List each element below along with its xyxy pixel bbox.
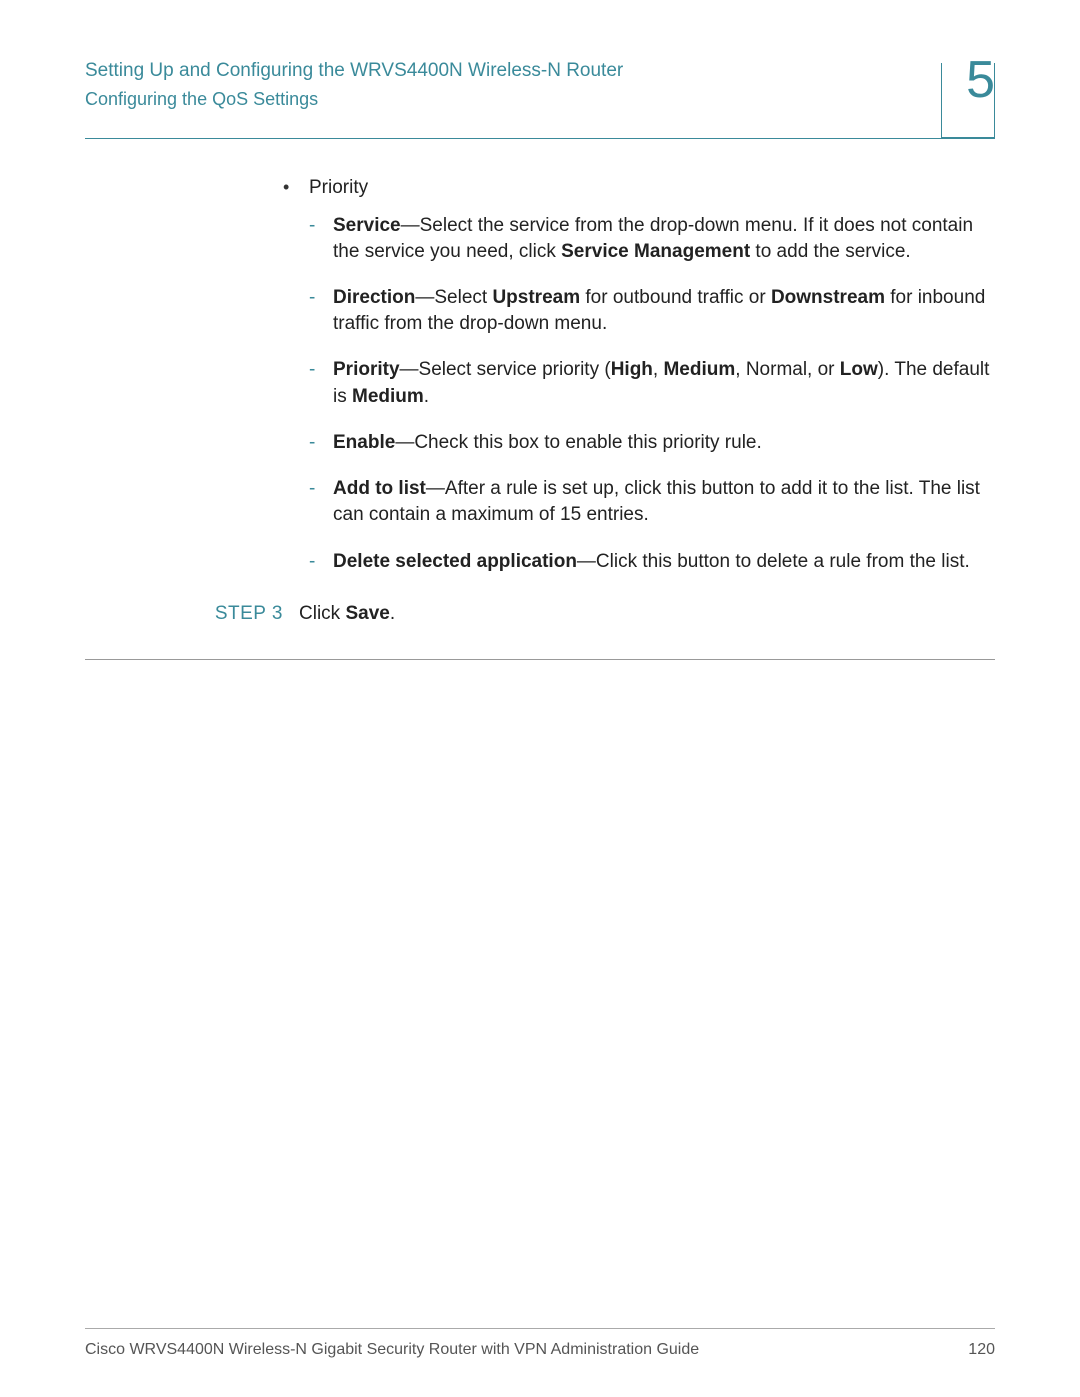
sep: —	[426, 478, 445, 499]
inline-bold: Downstream	[771, 287, 885, 308]
text: Check this box to enable this priority r…	[414, 432, 761, 453]
text: Select	[434, 287, 492, 308]
step-text: Click Save.	[283, 603, 395, 625]
sub-item-addtolist: - Add to list—After a rule is set up, cl…	[309, 476, 995, 528]
term-label: Service	[333, 215, 401, 236]
text: , Normal, or	[735, 359, 840, 380]
page-header: Setting Up and Configuring the WRVS4400N…	[85, 58, 995, 139]
dash-icon: -	[309, 285, 333, 337]
dash-icon: -	[309, 430, 333, 456]
inline-bold: Medium	[663, 359, 735, 380]
chapter-number-box	[941, 63, 995, 138]
header-subtitle: Configuring the QoS Settings	[85, 89, 995, 110]
sep: —	[401, 215, 420, 236]
step-label: STEP 3	[213, 603, 283, 625]
inline-bold: Service Management	[561, 241, 750, 262]
inline-bold: Low	[840, 359, 878, 380]
term-label: Add to list	[333, 478, 426, 499]
text: Select service priority (	[419, 359, 611, 380]
sub-item-text: Service—Select the service from the drop…	[333, 213, 995, 265]
document-page: Setting Up and Configuring the WRVS4400N…	[0, 0, 1080, 1397]
sub-item-delete: - Delete selected application—Click this…	[309, 549, 995, 575]
dash-icon: -	[309, 213, 333, 265]
inline-bold: Upstream	[492, 287, 580, 308]
text: to add the service.	[750, 241, 911, 262]
sub-item-direction: - Direction—Select Upstream for outbound…	[309, 285, 995, 337]
term-label: Priority	[333, 359, 400, 380]
sub-item-text: Priority—Select service priority (High , …	[333, 357, 995, 409]
inline-bold: Medium	[352, 386, 424, 407]
text: Click this button to delete a rule from …	[596, 551, 970, 572]
header-rule-container	[85, 138, 995, 139]
sep: —	[400, 359, 419, 380]
page-content: • Priority - Service—Select the service …	[85, 177, 995, 660]
sub-item-text: Delete selected application—Click this b…	[333, 549, 995, 575]
sub-item-text: Enable—Check this box to enable this pri…	[333, 430, 995, 456]
dash-icon: -	[309, 357, 333, 409]
bullet-heading: Priority	[309, 177, 368, 199]
inline-bold: Save	[345, 603, 389, 624]
sub-item-priority: - Priority—Select service priority (High…	[309, 357, 995, 409]
sep: —	[415, 287, 434, 308]
sub-list: - Service—Select the service from the dr…	[309, 213, 995, 575]
header-title: Setting Up and Configuring the WRVS4400N…	[85, 58, 995, 85]
footer-row: Cisco WRVS4400N Wireless-N Gigabit Secur…	[85, 1341, 995, 1359]
footer-guide-title: Cisco WRVS4400N Wireless-N Gigabit Secur…	[85, 1341, 699, 1359]
text: Click	[299, 603, 345, 624]
term-label: Direction	[333, 287, 415, 308]
text: .	[390, 603, 395, 624]
sep: —	[577, 551, 596, 572]
page-footer: Cisco WRVS4400N Wireless-N Gigabit Secur…	[85, 1328, 995, 1359]
term-label: Enable	[333, 432, 395, 453]
dash-icon: -	[309, 476, 333, 528]
step-row: STEP 3 Click Save.	[213, 603, 995, 625]
sub-item-text: Direction—Select Upstream for outbound t…	[333, 285, 995, 337]
header-divider	[85, 138, 995, 139]
sub-item-service: - Service—Select the service from the dr…	[309, 213, 995, 265]
dash-icon: -	[309, 549, 333, 575]
sep: —	[395, 432, 414, 453]
inline-bold: High	[611, 359, 653, 380]
bullet-section: • Priority	[283, 177, 995, 199]
section-divider	[85, 659, 995, 660]
term-label: Delete selected application	[333, 551, 577, 572]
footer-page-number: 120	[968, 1341, 995, 1359]
footer-divider	[85, 1328, 995, 1329]
text: .	[424, 386, 429, 407]
sub-item-enable: - Enable—Check this box to enable this p…	[309, 430, 995, 456]
text: for outbound traffic or	[580, 287, 771, 308]
bullet-marker: •	[283, 177, 309, 199]
text: ,	[653, 359, 664, 380]
sub-item-text: Add to list—After a rule is set up, clic…	[333, 476, 995, 528]
